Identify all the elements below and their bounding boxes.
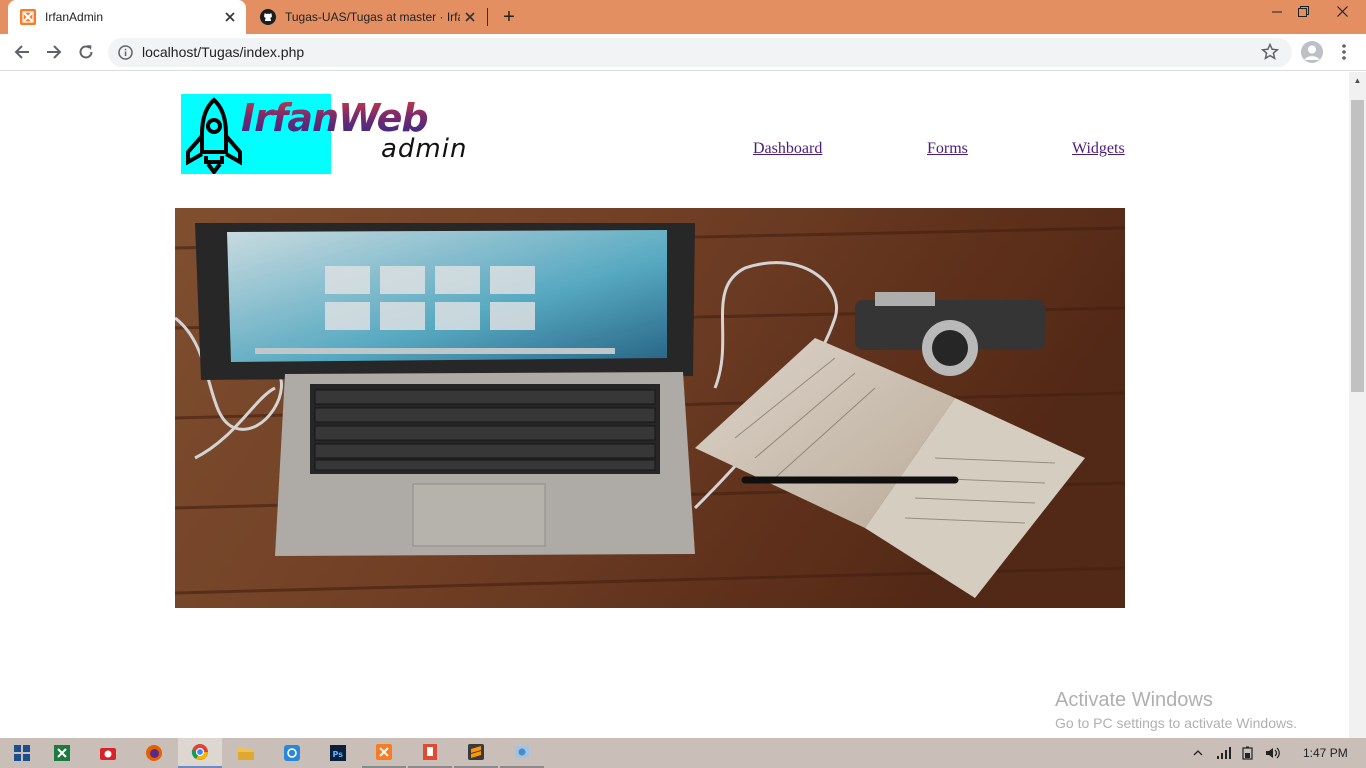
file-explorer-icon[interactable] xyxy=(224,738,268,768)
photoshop-icon[interactable]: Ps xyxy=(316,738,360,768)
show-hidden-icons-icon[interactable] xyxy=(1186,738,1210,768)
browser-menu-icon[interactable] xyxy=(1334,40,1354,64)
restore-icon[interactable] xyxy=(1288,0,1318,22)
network-signal-icon[interactable] xyxy=(1212,738,1236,768)
page-scrollbar[interactable]: ▲ xyxy=(1349,72,1366,738)
volume-icon[interactable] xyxy=(1260,738,1284,768)
tab-title: IrfanAdmin xyxy=(45,10,104,24)
nav-link-forms[interactable]: Forms xyxy=(927,140,968,158)
url-text: localhost/Tugas/index.php xyxy=(142,44,305,60)
profile-avatar-icon[interactable] xyxy=(1301,41,1323,63)
back-icon[interactable] xyxy=(9,39,35,65)
taskbar-clock[interactable]: 1:47 PM xyxy=(1303,746,1348,760)
sublime-text-icon[interactable] xyxy=(454,738,498,768)
page-viewport: IrfanWeb admin Dashboard Forms Widgets A… xyxy=(0,72,1349,738)
site-logo[interactable]: IrfanWeb admin xyxy=(181,94,471,174)
firefox-icon[interactable] xyxy=(132,738,176,768)
forward-icon[interactable] xyxy=(41,39,67,65)
scroll-thumb[interactable] xyxy=(1351,100,1364,392)
tab-separator xyxy=(487,8,488,26)
logo-subtitle: admin xyxy=(381,134,468,164)
activate-windows-title: Activate Windows xyxy=(1055,689,1213,711)
windows-taskbar: Ps 1:47 PM xyxy=(0,738,1366,768)
camera-app-icon[interactable] xyxy=(86,738,130,768)
tab-title: Tugas-UAS/Tugas at master · Irfa xyxy=(285,10,460,24)
close-tab-icon[interactable] xyxy=(460,7,480,27)
excel-icon[interactable] xyxy=(40,738,84,768)
address-bar[interactable]: localhost/Tugas/index.php xyxy=(108,38,1292,67)
tab-irfanadmin[interactable]: IrfanAdmin xyxy=(8,0,246,34)
xampp-icon xyxy=(20,9,36,25)
github-icon xyxy=(260,9,276,25)
new-tab-button[interactable]: + xyxy=(498,6,520,28)
browser-toolbar: localhost/Tugas/index.php xyxy=(0,34,1366,71)
xampp-icon[interactable] xyxy=(362,738,406,768)
scroll-up-arrow-icon[interactable]: ▲ xyxy=(1349,72,1366,89)
bookmark-star-icon[interactable] xyxy=(1260,42,1280,62)
close-tab-icon[interactable] xyxy=(220,7,240,27)
tab-strip: IrfanAdmin Tugas-UAS/Tugas at master · I… xyxy=(0,0,1366,34)
windows-start-icon[interactable] xyxy=(0,738,44,768)
control-panel-icon[interactable] xyxy=(500,738,544,768)
close-window-icon[interactable] xyxy=(1322,0,1362,22)
nav-link-widgets[interactable]: Widgets xyxy=(1072,140,1125,158)
hero-image xyxy=(175,208,1125,608)
svg-text:Ps: Ps xyxy=(333,750,344,759)
office-lens-icon[interactable] xyxy=(408,738,452,768)
store-icon[interactable] xyxy=(270,738,314,768)
reload-icon[interactable] xyxy=(73,39,99,65)
info-icon[interactable] xyxy=(118,45,133,60)
tab-github[interactable]: Tugas-UAS/Tugas at master · Irfa xyxy=(248,0,486,34)
battery-icon[interactable] xyxy=(1236,738,1260,768)
nav-link-dashboard[interactable]: Dashboard xyxy=(753,140,822,158)
activate-windows-subtitle: Go to PC settings to activate Windows. xyxy=(1055,715,1297,731)
chrome-icon[interactable] xyxy=(178,738,222,768)
